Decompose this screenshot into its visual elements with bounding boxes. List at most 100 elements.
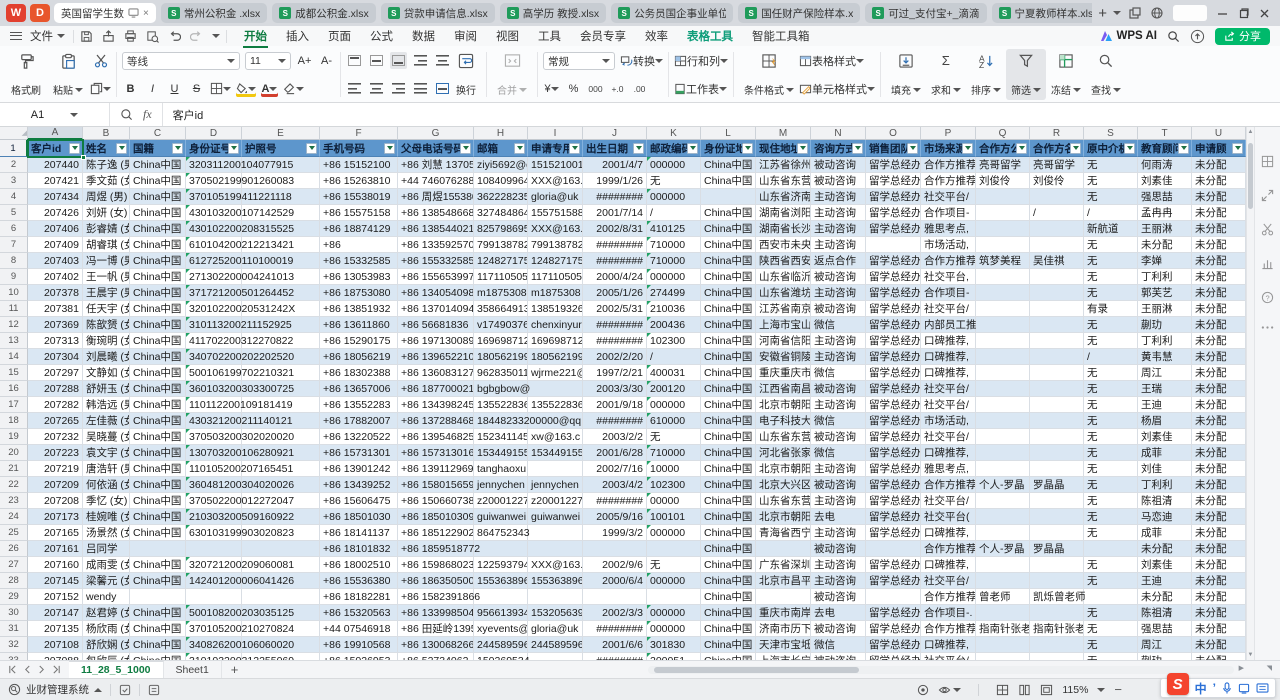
cell[interactable]: 郭芙艺	[1138, 285, 1192, 301]
row-header-2[interactable]: 2	[0, 157, 28, 173]
cell[interactable]	[1030, 637, 1084, 653]
align-top-button[interactable]	[346, 52, 363, 69]
cell[interactable]: 18448233200000@qq	[474, 413, 528, 429]
cell[interactable]: 周江	[1138, 365, 1192, 381]
cell[interactable]	[756, 541, 811, 557]
row-header-33[interactable]: 33	[0, 653, 28, 660]
fill-handle[interactable]	[81, 155, 86, 160]
row-header-1[interactable]: 1	[0, 140, 28, 157]
cell[interactable]: +86 1391129694	[398, 461, 474, 477]
percent-format-button[interactable]: %	[565, 80, 582, 97]
row-header-5[interactable]: 5	[0, 205, 28, 221]
cell[interactable]: 207297	[28, 365, 83, 381]
column-header-I[interactable]: I	[528, 127, 583, 140]
cell[interactable]	[474, 589, 528, 605]
increase-decimal-button[interactable]: +.0	[609, 80, 626, 97]
cell[interactable]: +86 18056219	[320, 349, 398, 365]
cell[interactable]: 有录	[1084, 301, 1138, 317]
cell[interactable]: 留学总经办	[866, 205, 921, 221]
cell[interactable]: 陈子逸 (男	[83, 157, 130, 173]
search-icon[interactable]	[1167, 30, 1180, 43]
cell[interactable]: 被动咨询	[811, 173, 866, 189]
cell[interactable]: 未分配	[1192, 189, 1246, 205]
row-header-3[interactable]: 3	[0, 173, 28, 189]
cell[interactable]	[1030, 381, 1084, 397]
cell[interactable]: 微信	[811, 445, 866, 461]
column-header-F[interactable]: F	[320, 127, 398, 140]
menu-tab-数据[interactable]: 数据	[411, 26, 436, 46]
cell[interactable]: China中国	[130, 429, 186, 445]
convert-button[interactable]: 转换	[620, 53, 663, 70]
cell[interactable]	[976, 525, 1030, 541]
cell[interactable]: China中国	[130, 397, 186, 413]
cell[interactable]: 微信	[811, 365, 866, 381]
cell[interactable]: 冯一博 (男	[83, 253, 130, 269]
cell[interactable]: 000000	[647, 397, 701, 413]
cell[interactable]: 无	[1084, 557, 1138, 573]
layout-mode-icon[interactable]	[1129, 7, 1141, 19]
cell[interactable]: 留学总经办	[866, 397, 921, 413]
cell[interactable]	[976, 509, 1030, 525]
cell[interactable]: 主动咨询	[811, 397, 866, 413]
cell[interactable]	[866, 589, 921, 605]
maximize-icon[interactable]	[1238, 8, 1249, 19]
cell[interactable]: 湖南省浏阳	[756, 205, 811, 221]
column-title-cell[interactable]: 咨询方式	[811, 140, 866, 157]
cell[interactable]: 无	[1084, 445, 1138, 461]
strikethrough-button[interactable]: S	[188, 80, 205, 97]
row-header-17[interactable]: 17	[0, 397, 28, 413]
row-header-27[interactable]: 27	[0, 557, 28, 573]
cell[interactable]: +86 1360831276	[398, 365, 474, 381]
cell[interactable]: 主动咨询	[811, 189, 866, 205]
cell[interactable]: China中国	[701, 653, 756, 660]
cell[interactable]: 未分配	[1192, 157, 1246, 173]
cell[interactable]: 未分配	[1192, 493, 1246, 509]
cell[interactable]: 无	[1084, 157, 1138, 173]
column-title-cell[interactable]: 父母电话号码	[398, 140, 474, 157]
cell[interactable]: +86 18753080	[320, 285, 398, 301]
cell[interactable]: China中国	[701, 157, 756, 173]
cell[interactable]: 207232	[28, 429, 83, 445]
document-tab[interactable]: 英国留学生数×	[54, 3, 156, 23]
cell[interactable]	[1030, 605, 1084, 621]
cell[interactable]: 被动咨询	[811, 477, 866, 493]
cell[interactable]: 合作方推荐	[921, 253, 976, 269]
cell[interactable]: +86 13220522	[320, 429, 398, 445]
sheet-tab-11_28_5_1000[interactable]: 11_28_5_1000	[69, 661, 164, 678]
cell[interactable]: 未分配	[1192, 333, 1246, 349]
cell[interactable]	[701, 189, 756, 205]
cell[interactable]: 207409	[28, 237, 83, 253]
cell[interactable]: 社交平台/	[921, 381, 976, 397]
cell[interactable]: 000000	[647, 621, 701, 637]
new-tab-button[interactable]: +	[1096, 5, 1109, 22]
cell[interactable]: 西安市未央	[756, 237, 811, 253]
cell[interactable]	[528, 653, 583, 660]
cell[interactable]: 956613934	[474, 605, 528, 621]
cell[interactable]: +86 1396522100	[398, 349, 474, 365]
cell[interactable]: China中国	[701, 573, 756, 589]
cell[interactable]: 207313	[28, 333, 83, 349]
cell[interactable]: 天津市宝坻	[756, 637, 811, 653]
cell[interactable]: 蒯玏	[1138, 317, 1192, 333]
cell[interactable]: 江苏省南京	[756, 301, 811, 317]
row-header-7[interactable]: 7	[0, 237, 28, 253]
cell[interactable]: China中国	[701, 285, 756, 301]
cell[interactable]: 200436	[647, 317, 701, 333]
cell[interactable]: +86 15320563	[320, 605, 398, 621]
menu-tab-页面[interactable]: 页面	[327, 26, 352, 46]
cell[interactable]: 口碑推荐,	[921, 349, 976, 365]
cell[interactable]: 无	[1084, 413, 1138, 429]
cell[interactable]: 王瑞	[1138, 381, 1192, 397]
cell[interactable]: 155363896	[474, 573, 528, 589]
cell[interactable]: bgbgbow@	[474, 381, 528, 397]
cell[interactable]: 留学总经办	[866, 621, 921, 637]
cell[interactable]: +86 1859518772	[398, 541, 474, 557]
align-middle-button[interactable]	[368, 52, 385, 69]
fx-icon[interactable]: fx	[143, 107, 152, 122]
cell[interactable]: 主动咨询	[811, 205, 866, 221]
cell[interactable]	[528, 525, 583, 541]
cell[interactable]: 000000	[647, 573, 701, 589]
cell[interactable]: 个人-罗晶	[976, 541, 1030, 557]
cell[interactable]: 王迪	[1138, 573, 1192, 589]
cell[interactable]: 2000/4/24	[583, 269, 647, 285]
